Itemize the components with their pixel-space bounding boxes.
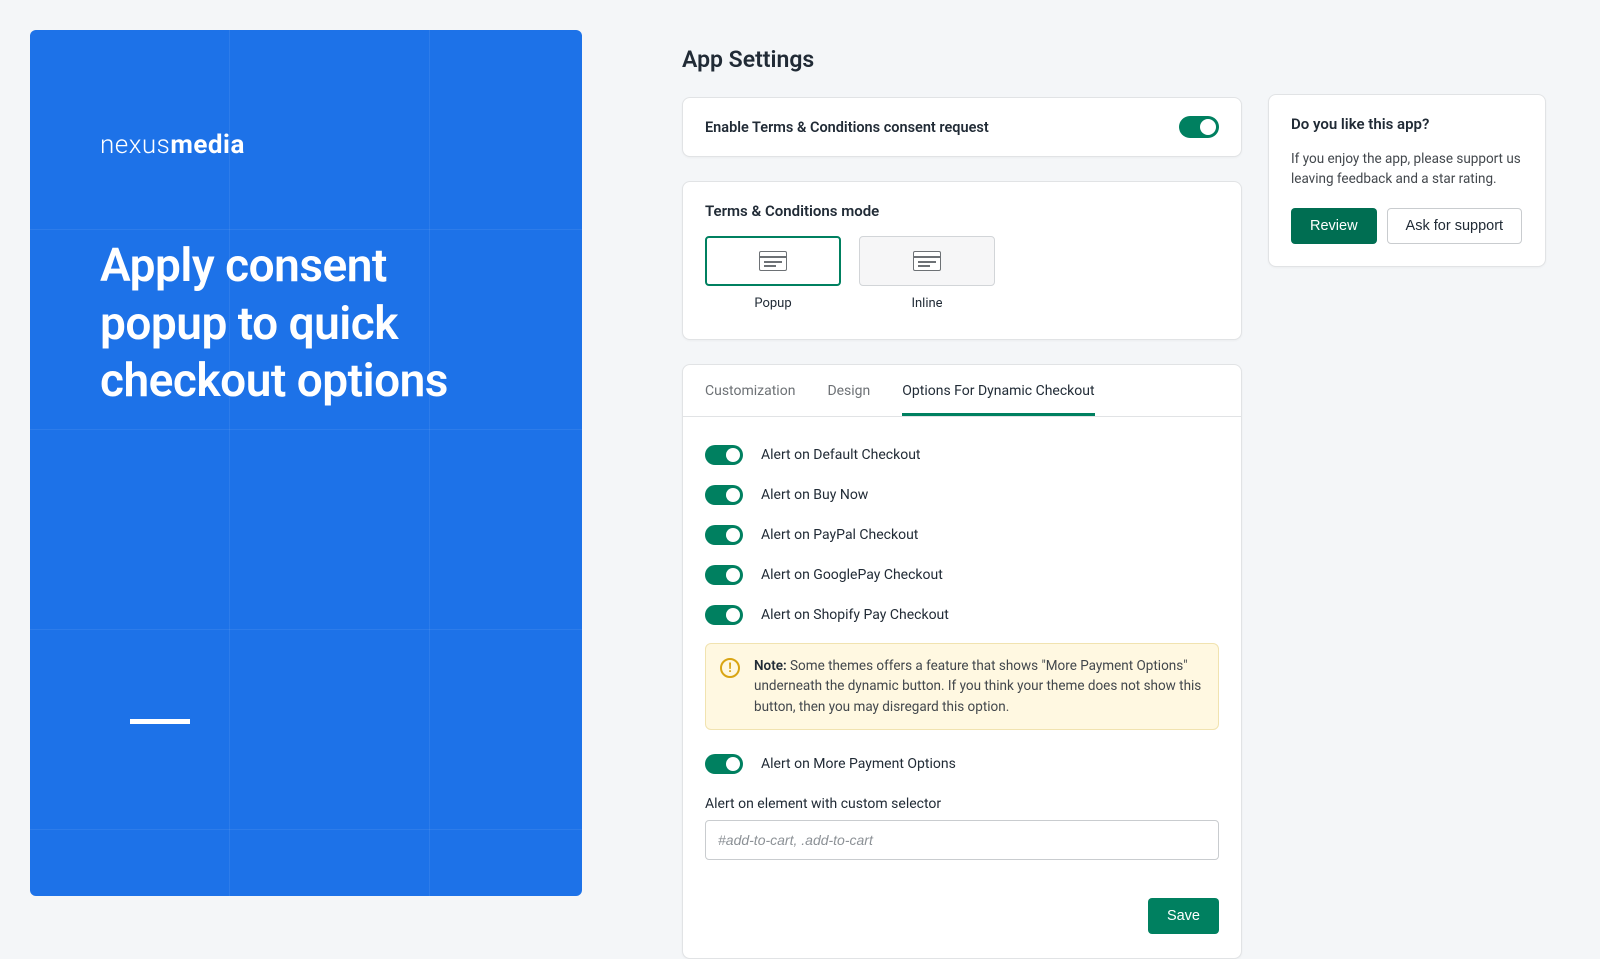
brand-logo: nexusmedia xyxy=(100,130,512,160)
tabs-card: Customization Design Options For Dynamic… xyxy=(682,364,1242,959)
note-banner: ! Note: Some themes offers a feature tha… xyxy=(705,643,1219,730)
feedback-body: If you enjoy the app, please support us … xyxy=(1291,149,1523,190)
toggle-row-default-checkout: Alert on Default Checkout xyxy=(705,435,1219,475)
toggle-label: Alert on Shopify Pay Checkout xyxy=(761,607,949,623)
inline-icon xyxy=(913,251,941,271)
toggle-more-payment[interactable] xyxy=(705,754,743,774)
toggle-default-checkout[interactable] xyxy=(705,445,743,465)
feedback-card: Do you like this app? If you enjoy the a… xyxy=(1268,94,1546,267)
toggle-row-paypal: Alert on PayPal Checkout xyxy=(705,515,1219,555)
brand-bold: media xyxy=(170,130,245,160)
mode-box xyxy=(705,236,841,286)
note-text: Note: Some themes offers a feature that … xyxy=(754,656,1204,717)
warning-icon: ! xyxy=(720,658,740,678)
toggle-paypal[interactable] xyxy=(705,525,743,545)
toggle-row-more-payment: Alert on More Payment Options xyxy=(705,744,1219,784)
toggle-row-googlepay: Alert on GooglePay Checkout xyxy=(705,555,1219,595)
note-prefix: Note: xyxy=(754,658,787,674)
support-button[interactable]: Ask for support xyxy=(1387,208,1523,244)
promo-underline xyxy=(130,719,190,724)
brand-light: nexus xyxy=(100,130,170,160)
toggle-row-shopify-pay: Alert on Shopify Pay Checkout xyxy=(705,595,1219,635)
page-title: App Settings xyxy=(682,46,1242,73)
custom-selector-label: Alert on element with custom selector xyxy=(705,796,1219,812)
toggle-label: Alert on GooglePay Checkout xyxy=(761,567,943,583)
mode-heading: Terms & Conditions mode xyxy=(705,202,1219,220)
mode-box xyxy=(859,236,995,286)
main-column: App Settings Enable Terms & Conditions c… xyxy=(682,46,1242,870)
mode-option-inline[interactable]: Inline xyxy=(859,236,995,311)
mode-card: Terms & Conditions mode Popup xyxy=(682,181,1242,340)
save-row: Save xyxy=(705,898,1219,934)
tab-design[interactable]: Design xyxy=(827,365,870,416)
enable-label: Enable Terms & Conditions consent reques… xyxy=(705,119,989,136)
mode-label: Inline xyxy=(859,296,995,311)
tab-dynamic-checkout[interactable]: Options For Dynamic Checkout xyxy=(902,365,1094,416)
toggle-row-buy-now: Alert on Buy Now xyxy=(705,475,1219,515)
tabs: Customization Design Options For Dynamic… xyxy=(683,365,1241,417)
mode-option-popup[interactable]: Popup xyxy=(705,236,841,311)
aside-column: Do you like this app? If you enjoy the a… xyxy=(1268,46,1546,870)
toggle-buy-now[interactable] xyxy=(705,485,743,505)
tab-customization[interactable]: Customization xyxy=(705,365,795,416)
mode-label: Popup xyxy=(705,296,841,311)
review-button[interactable]: Review xyxy=(1291,208,1377,244)
save-button[interactable]: Save xyxy=(1148,898,1219,934)
enable-card: Enable Terms & Conditions consent reques… xyxy=(682,97,1242,157)
custom-selector-input[interactable] xyxy=(705,820,1219,860)
content-area: App Settings Enable Terms & Conditions c… xyxy=(682,30,1570,870)
toggle-label: Alert on Default Checkout xyxy=(761,447,921,463)
promo-headline: Apply consent popup to quick checkout op… xyxy=(100,238,512,411)
tab-body: Alert on Default Checkout Alert on Buy N… xyxy=(683,417,1241,958)
enable-toggle[interactable] xyxy=(1179,116,1219,138)
feedback-buttons: Review Ask for support xyxy=(1291,208,1523,244)
mode-options: Popup Inline xyxy=(705,236,1219,311)
toggle-label: Alert on More Payment Options xyxy=(761,756,956,772)
toggle-shopify-pay[interactable] xyxy=(705,605,743,625)
toggle-label: Alert on PayPal Checkout xyxy=(761,527,918,543)
popup-icon xyxy=(759,251,787,271)
feedback-title: Do you like this app? xyxy=(1291,115,1523,133)
note-body: Some themes offers a feature that shows … xyxy=(754,658,1201,715)
toggle-googlepay[interactable] xyxy=(705,565,743,585)
promo-card: nexusmedia Apply consent popup to quick … xyxy=(30,30,582,896)
toggle-label: Alert on Buy Now xyxy=(761,487,868,503)
